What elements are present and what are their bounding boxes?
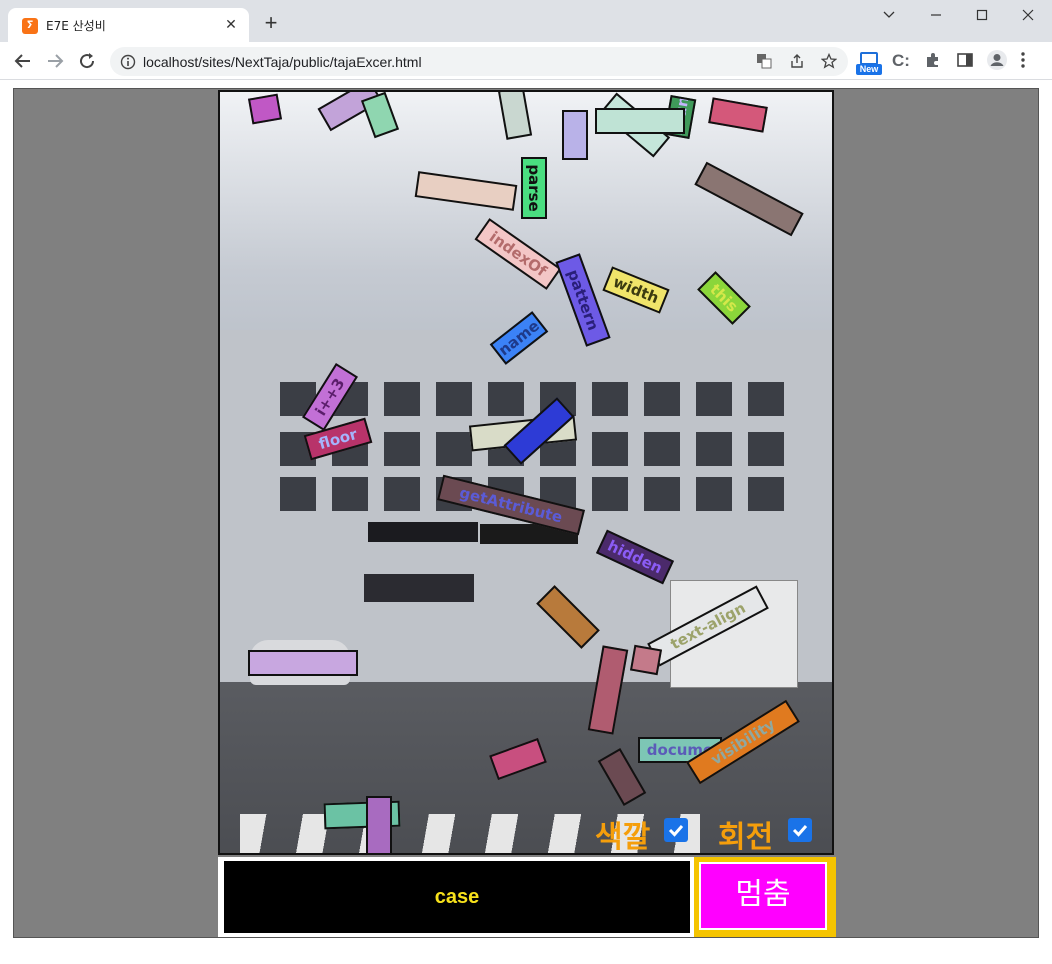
page-viewport: round parse indexOf pattern width this n… [0,81,1052,964]
close-tab-icon[interactable]: ✕ [221,14,241,34]
falling-word-box [629,644,663,676]
browser-toolbar: localhost/sites/NextTaja/public/tajaExce… [0,42,1052,80]
typing-input[interactable]: case [224,861,690,933]
color-checkbox[interactable] [664,818,688,842]
site-info-icon[interactable] [120,54,136,75]
storefront-sign [364,574,474,602]
new-badge-label: New [856,64,882,75]
falling-word-box [562,110,588,160]
translate-icon[interactable] [755,53,773,71]
extension-cs-icon[interactable]: C: [892,51,910,73]
browser-titlebar: ⵢ E7E 산성비 ✕ + [0,0,1052,42]
color-toggle-label: 색깔 [595,820,651,855]
forward-arrow-icon[interactable] [42,48,68,74]
minimize-window-icon[interactable] [913,0,959,32]
rotate-toggle-label: 회전 [718,820,774,855]
new-extension-icon[interactable]: New [856,52,882,76]
reload-icon[interactable] [74,48,100,74]
address-bar[interactable]: localhost/sites/NextTaja/public/tajaExce… [110,47,848,76]
side-panel-icon[interactable] [956,51,974,73]
browser-tab[interactable]: ⵢ E7E 산성비 ✕ [8,8,249,42]
rotate-checkbox[interactable] [788,818,812,842]
stop-button[interactable]: 멈춤 [699,862,827,930]
falling-word: parse [521,157,547,219]
extensions-puzzle-icon[interactable] [924,51,942,73]
back-arrow-icon[interactable] [10,48,36,74]
falling-word-box [247,93,283,125]
url-text[interactable]: localhost/sites/NextTaja/public/tajaExce… [143,54,422,70]
tab-title: E7E 산성비 [46,19,106,33]
stop-button-frame: 멈춤 [694,857,836,937]
tab-search-chevron-icon[interactable] [866,0,912,32]
chrome-menu-icon[interactable] [1020,51,1026,73]
new-tab-button[interactable]: + [259,12,283,36]
falling-word-box [595,108,685,134]
xampp-favicon-icon: ⵢ [22,18,38,34]
input-bar: case 멈춤 [218,857,836,937]
maximize-window-icon[interactable] [959,0,1005,32]
falling-word-box [248,650,358,676]
storefront-sign [368,522,478,542]
falling-word-box [366,796,392,853]
game-area: round parse indexOf pattern width this n… [218,90,834,855]
share-icon[interactable] [788,53,806,71]
game-stage: round parse indexOf pattern width this n… [13,88,1039,938]
profile-avatar-icon[interactable] [987,50,1007,70]
close-window-icon[interactable] [1005,0,1051,32]
bookmark-star-icon[interactable] [820,52,838,71]
